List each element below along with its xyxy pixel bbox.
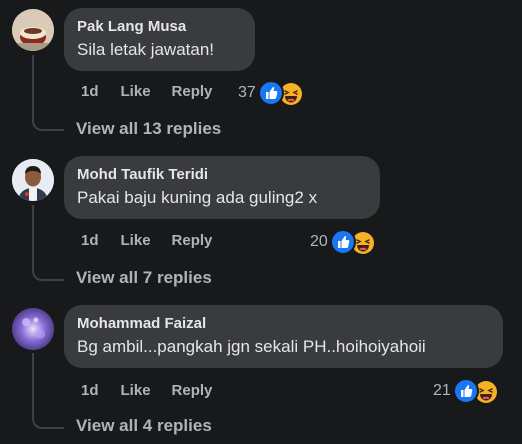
- like-icon: [452, 378, 479, 404]
- avatar[interactable]: [12, 159, 54, 201]
- comment-item: Pak Lang Musa Sila letak jawatan! 1d Lik…: [0, 0, 522, 148]
- author-name[interactable]: Mohd Taufik Teridi: [77, 165, 367, 184]
- author-name[interactable]: Pak Lang Musa: [77, 17, 242, 36]
- reply-button[interactable]: Reply: [172, 83, 213, 100]
- comment-bubble: Mohd Taufik Teridi Pakai baju kuning ada…: [64, 156, 380, 219]
- thread-line: [32, 353, 64, 429]
- timestamp[interactable]: 1d: [81, 382, 99, 399]
- avatar-image: [12, 308, 54, 350]
- thread-line: [32, 55, 64, 131]
- comment-text: Sila letak jawatan!: [77, 40, 215, 59]
- avatar-image: [12, 159, 54, 201]
- timestamp[interactable]: 1d: [81, 83, 99, 100]
- like-button[interactable]: Like: [121, 83, 151, 100]
- avatar[interactable]: [12, 9, 54, 51]
- view-replies-link[interactable]: View all 4 replies: [76, 416, 212, 436]
- reaction-summary[interactable]: 20: [310, 229, 374, 255]
- comment-actions: 1d Like Reply: [81, 232, 212, 249]
- view-replies-link[interactable]: View all 13 replies: [76, 119, 221, 139]
- thread-line: [32, 205, 64, 281]
- comment-item: Mohammad Faizal Bg ambil...pangkah jgn s…: [0, 297, 522, 444]
- reaction-summary[interactable]: 21: [433, 378, 497, 404]
- like-button[interactable]: Like: [121, 232, 151, 249]
- avatar-image: [12, 9, 54, 51]
- comment-bubble: Pak Lang Musa Sila letak jawatan!: [64, 8, 255, 71]
- reaction-count: 20: [310, 233, 328, 250]
- reply-button[interactable]: Reply: [172, 382, 213, 399]
- comment-item: Mohd Taufik Teridi Pakai baju kuning ada…: [0, 148, 522, 298]
- comment-text: Pakai baju kuning ada guling2 x: [77, 188, 318, 207]
- avatar[interactable]: [12, 308, 54, 350]
- reply-button[interactable]: Reply: [172, 232, 213, 249]
- comment-actions: 1d Like Reply: [81, 382, 212, 399]
- like-icon: [257, 80, 284, 106]
- comment-text: Bg ambil...pangkah jgn sekali PH..hoihoi…: [77, 337, 426, 356]
- like-icon: [329, 229, 356, 255]
- author-name[interactable]: Mohammad Faizal: [77, 314, 490, 333]
- reaction-count: 37: [238, 84, 256, 101]
- like-button[interactable]: Like: [121, 382, 151, 399]
- reaction-count: 21: [433, 382, 451, 399]
- reaction-summary[interactable]: 37: [238, 80, 302, 106]
- timestamp[interactable]: 1d: [81, 232, 99, 249]
- comment-actions: 1d Like Reply: [81, 83, 212, 100]
- comment-bubble: Mohammad Faizal Bg ambil...pangkah jgn s…: [64, 305, 503, 368]
- view-replies-link[interactable]: View all 7 replies: [76, 268, 212, 288]
